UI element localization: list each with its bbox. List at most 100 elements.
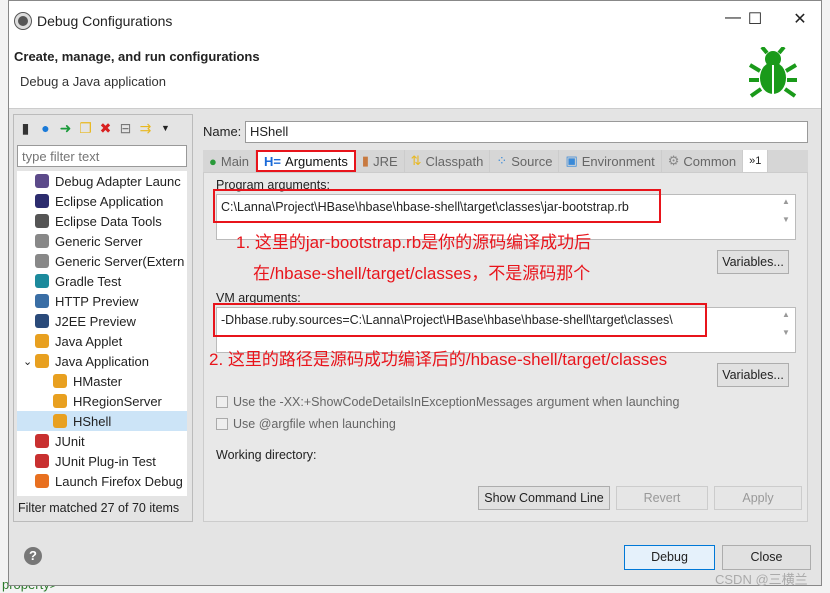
highlight-box	[213, 303, 707, 337]
tree-item[interactable]: Java Applet	[17, 331, 187, 351]
tab-bar: ● Main H= Arguments ▮ JRE ⇅ Classpath ⁘ Sourc…	[203, 150, 808, 172]
chevron-down-icon[interactable]: ⌄	[23, 355, 35, 368]
watermark: CSDN @三横兰	[715, 572, 808, 587]
program-variables-button[interactable]: Variables...	[717, 250, 789, 274]
config-type-icon	[35, 434, 49, 448]
scrollbar[interactable]: ▲ ▼	[779, 197, 793, 224]
tree-item-label: Eclipse Application	[55, 193, 164, 209]
tab-common[interactable]: ⚙ Common	[662, 150, 744, 172]
tree-item[interactable]: JUnit Plug-in Test	[17, 451, 187, 471]
tree-item[interactable]: J2EE Preview	[17, 311, 187, 331]
configuration-editor: Name: HShell ● Main H= Arguments ▮ JRE ⇅ Cla…	[197, 114, 809, 522]
tab-overflow[interactable]: »1	[743, 150, 769, 172]
tree-item-label: HMaster	[73, 373, 123, 389]
dialog-header: Create, manage, and run configurations D…	[9, 41, 821, 109]
name-input[interactable]: HShell	[245, 121, 808, 143]
config-type-icon	[53, 374, 67, 388]
tree-item-label: Eclipse Data Tools	[55, 213, 162, 229]
new-prototype-icon[interactable]: ●	[38, 120, 53, 136]
config-type-icon	[35, 254, 49, 268]
tree-item[interactable]: Generic Server	[17, 231, 187, 251]
debug-button[interactable]: Debug	[624, 545, 715, 570]
show-command-line-button[interactable]: Show Command Line	[478, 486, 610, 510]
config-type-icon	[35, 474, 49, 488]
tab-classpath[interactable]: ⇅ Classpath	[405, 150, 491, 172]
filter-icon[interactable]: ⇉	[138, 120, 153, 136]
config-type-icon	[35, 214, 49, 228]
config-type-icon	[35, 454, 49, 468]
tree-item-label: J2EE Preview	[55, 313, 136, 329]
debug-bug-icon	[748, 47, 798, 98]
config-type-icon	[35, 294, 49, 308]
view-menu-icon[interactable]: ▼	[158, 120, 173, 136]
filter-status: Filter matched 27 of 70 items	[18, 501, 180, 515]
config-type-icon	[53, 394, 67, 408]
tree-item-label: HTTP Preview	[55, 293, 139, 309]
maximize-button[interactable]: ☐	[735, 9, 775, 29]
classpath-icon: ⇅	[410, 153, 422, 168]
config-type-icon	[35, 194, 49, 208]
export-icon[interactable]: ➜	[58, 120, 73, 136]
scrollbar[interactable]: ▲ ▼	[779, 310, 793, 337]
filter-input[interactable]	[17, 145, 187, 167]
annotation-1b: 在/hbase-shell/target/classes，不是源码那个	[253, 264, 591, 283]
config-type-icon	[35, 234, 49, 248]
close-window-button[interactable]: ✕	[780, 9, 820, 29]
tree-item-label: Launch Firefox Debug	[55, 473, 183, 489]
eclipse-icon	[14, 12, 32, 30]
annotation-1: 1. 这里的jar-bootstrap.rb是你的源码编译成功后	[236, 233, 592, 252]
config-type-icon	[35, 354, 49, 368]
apply-button[interactable]: Apply	[714, 486, 802, 510]
duplicate-icon[interactable]: ❐	[78, 120, 93, 136]
new-configuration-icon[interactable]: ▮	[18, 120, 33, 136]
configuration-tree: Debug Adapter Launc Eclipse Application Ec…	[17, 171, 187, 496]
tree-item[interactable]: HMaster	[17, 371, 187, 391]
tab-source[interactable]: ⁘ Source	[490, 150, 560, 172]
tree-item-label: Generic Server	[55, 233, 143, 249]
tree-item[interactable]: Launch Firefox Debug	[17, 471, 187, 491]
tree-item[interactable]: JUnit	[17, 431, 187, 451]
show-code-details-checkbox[interactable]: Use the -XX:+ShowCodeDetailsInExceptionM…	[216, 395, 679, 409]
tree-item-label: Java Applet	[55, 333, 123, 349]
argfile-checkbox[interactable]: Use @argfile when launching	[216, 417, 396, 431]
tab-main[interactable]: ● Main	[203, 150, 257, 172]
tree-item[interactable]: Generic Server(Extern	[17, 251, 187, 271]
tree-item[interactable]: HShell	[17, 411, 187, 431]
tab-environment[interactable]: ▣ Environment	[559, 150, 662, 172]
gear-icon: ⚙	[667, 153, 680, 168]
config-type-icon	[53, 414, 67, 428]
source-icon: ⁘	[496, 153, 508, 168]
collapse-all-icon[interactable]: ⊟	[118, 120, 133, 136]
close-button[interactable]: Close	[722, 545, 811, 570]
tree-item-label: Java Application	[55, 353, 149, 369]
tree-item[interactable]: Eclipse Application	[17, 191, 187, 211]
revert-button[interactable]: Revert	[616, 486, 708, 510]
tree-item-label: JUnit Plug-in Test	[55, 453, 156, 469]
jre-icon: ▮	[361, 153, 370, 168]
tab-jre[interactable]: ▮ JRE	[356, 150, 405, 172]
debug-configurations-window: Debug Configurations — ☐ ✕ Create, manag…	[8, 0, 822, 587]
vm-variables-button[interactable]: Variables...	[717, 363, 789, 387]
tree-item-label: Gradle Test	[55, 273, 122, 289]
highlight-box	[213, 189, 661, 223]
arguments-icon: H=	[264, 153, 282, 169]
arguments-panel: Program arguments: C:\Lanna\Project\HBas…	[203, 172, 808, 522]
config-type-icon	[35, 334, 49, 348]
name-label: Name:	[203, 124, 242, 139]
tree-item-label: Debug Adapter Launc	[55, 173, 181, 189]
tree-item[interactable]: ⌄ Java Application	[17, 351, 187, 371]
delete-icon[interactable]: ✖	[98, 120, 113, 136]
tree-item[interactable]: Debug Adapter Launc	[17, 171, 187, 191]
tree-item[interactable]: Gradle Test	[17, 271, 187, 291]
title-bar: Debug Configurations — ☐ ✕	[9, 1, 821, 41]
tree-item[interactable]: HRegionServer	[17, 391, 187, 411]
config-type-icon	[35, 274, 49, 288]
tab-arguments[interactable]: H= Arguments	[256, 150, 356, 172]
tree-item[interactable]: HTTP Preview	[17, 291, 187, 311]
configuration-list-panel: ▮ ● ➜ ❐ ✖ ⊟ ⇉ ▼ Debug Adapter Launc Eclip…	[13, 114, 193, 522]
header-subtitle: Debug a Java application	[20, 74, 166, 89]
tree-item-label: HRegionServer	[73, 393, 162, 409]
tree-item[interactable]: Eclipse Data Tools	[17, 211, 187, 231]
left-toolbar: ▮ ● ➜ ❐ ✖ ⊟ ⇉ ▼	[14, 115, 192, 141]
help-icon[interactable]: ?	[24, 547, 42, 565]
